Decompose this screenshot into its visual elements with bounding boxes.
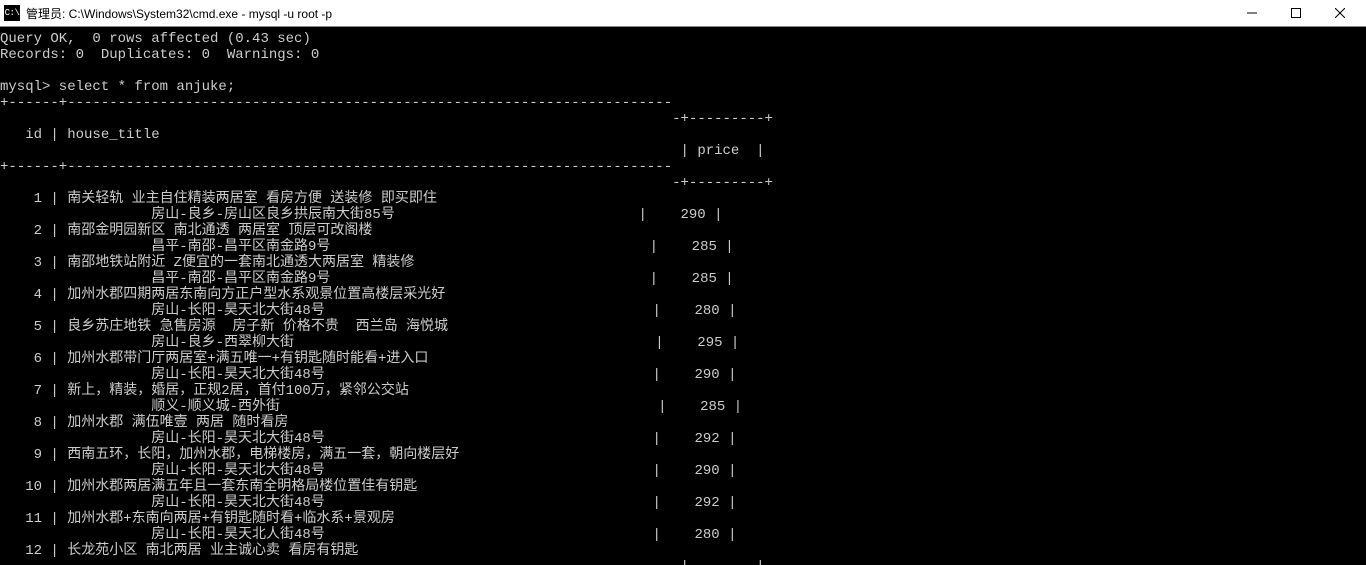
window-title: 管理员: C:\Windows\System32\cmd.exe - mysql… xyxy=(26,5,332,22)
terminal-line: 6 | 加州水郡带门厅两居室+满五唯一+有钥匙随时能看+进入口 | 2室1厅 |… xyxy=(0,351,1366,367)
terminal-line: 4 | 加州水郡四期两居东南向方正户型水系观景位置高楼层采光好 | 2室1厅 |… xyxy=(0,287,1366,303)
terminal-line: -+---------+ xyxy=(0,111,1366,127)
terminal-line: 10 | 加州水郡两居满五年且一套东南全明格局楼位置佳有钥匙 | 2室1厅 | … xyxy=(0,479,1366,495)
terminal-line: 5 | 良乡苏庄地铁 急售房源 房子新 价格不贵 西兰岛 海悦城 | 2室1厅 … xyxy=(0,319,1366,335)
terminal-line: 2 | 南邵金明园新区 南北通透 两居室 顶层可改阁楼 | 2室2厅 | 82 … xyxy=(0,223,1366,239)
minimize-button[interactable] xyxy=(1230,0,1274,26)
window-titlebar: C:\ 管理员: C:\Windows\System32\cmd.exe - m… xyxy=(0,0,1366,27)
terminal-line: 房山-长阳-昊天北大街48号 | 290 | xyxy=(0,367,1366,383)
terminal-line: 房山-长阳-昊天北大街48号 | 292 | xyxy=(0,431,1366,447)
terminal-line: 昌平-南邵-昌平区南金路9号 | 285 | xyxy=(0,271,1366,287)
maximize-button[interactable] xyxy=(1274,0,1318,26)
close-button[interactable] xyxy=(1318,0,1362,26)
terminal-line: 1 | 南关轻轨 业主自住精装两居室 看房方便 送装修 即买即住 | 2室1厅 … xyxy=(0,191,1366,207)
terminal-line xyxy=(0,63,1366,79)
terminal-line: 房山-长阳-昊天北人街48号 | 280 | xyxy=(0,527,1366,543)
terminal-line: 顺义-顺义城-西外街 | 285 | xyxy=(0,399,1366,415)
cmd-icon: C:\ xyxy=(4,5,20,21)
terminal-line: 7 | 新上，精装，婚居，正规2居，首付100万，紧邻公交站 | 2室1厅 | … xyxy=(0,383,1366,399)
terminal-line: +------+--------------------------------… xyxy=(0,159,1366,175)
terminal-line: 房山-良乡-西翠柳大街 | 295 | xyxy=(0,335,1366,351)
terminal-line: | price | xyxy=(0,143,1366,159)
terminal-line: 房山-长阳-昊天北大街48号 | 280 | xyxy=(0,303,1366,319)
terminal-line: Query OK, 0 rows affected (0.43 sec) xyxy=(0,31,1366,47)
terminal-line: 12 | 长龙苑小区 南北两居 业主诚心卖 看房有钥匙 | 2室1厅 | 89 … xyxy=(0,543,1366,559)
terminal-line: 8 | 加州水郡 满伍唯壹 两居 随时看房 | 2室1厅 | 88 | 15 xyxy=(0,415,1366,431)
terminal-line: 9 | 西南五环，长阳，加州水郡，电梯楼房，满五一套，朝向楼层好 | 2室1厅 … xyxy=(0,447,1366,463)
terminal-line: 昌平-南邵-昌平区南金路9号 | 285 | xyxy=(0,239,1366,255)
terminal-line: Records: 0 Duplicates: 0 Warnings: 0 xyxy=(0,47,1366,63)
terminal-line: | | xyxy=(0,559,1366,565)
terminal-line: 房山-良乡-房山区良乡拱辰南大街85号 | 290 | xyxy=(0,207,1366,223)
terminal-line: 房山-长阳-昊天北大街48号 | 292 | xyxy=(0,495,1366,511)
terminal-line: 房山-长阳-昊天北大街48号 | 290 | xyxy=(0,463,1366,479)
terminal-line: -+---------+ xyxy=(0,175,1366,191)
terminal-line: mysql> select * from anjuke; xyxy=(0,79,1366,95)
terminal-line: +------+--------------------------------… xyxy=(0,95,1366,111)
terminal-output[interactable]: Query OK, 0 rows affected (0.43 sec)Reco… xyxy=(0,27,1366,565)
terminal-line: id | house_title | house_layout | house_… xyxy=(0,127,1366,143)
terminal-line: 11 | 加州水郡+东南向两居+有钥匙随时看+临水系+景观房 | 2室1厅 | … xyxy=(0,511,1366,527)
terminal-line: 3 | 南邵地铁站附近 Z便宜的一套南北通透大两居室 精装修 | 2室1厅 | … xyxy=(0,255,1366,271)
